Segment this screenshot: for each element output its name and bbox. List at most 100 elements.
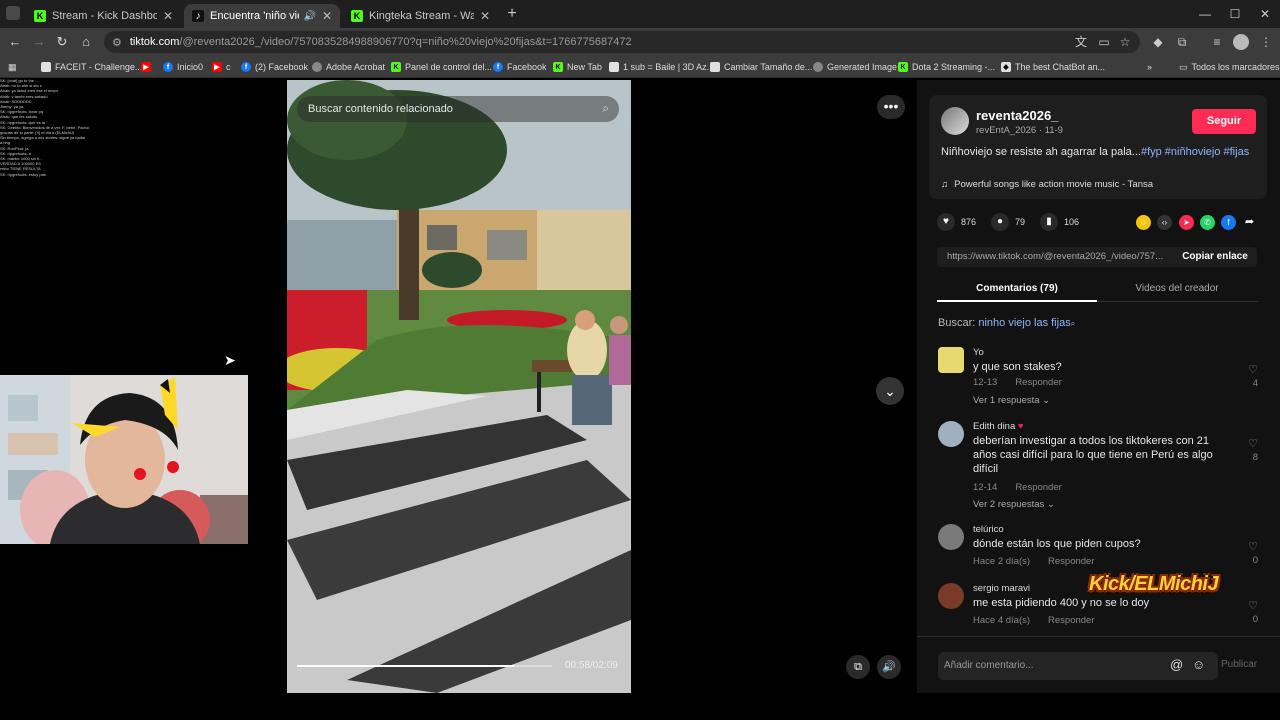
- more-bookmarks-icon[interactable]: »: [1147, 60, 1152, 74]
- comment-item: Yo y que son stakes? 12-13 Responder Ver …: [938, 347, 1260, 407]
- bookmark-item[interactable]: Generated Image: [813, 60, 897, 74]
- speaker-icon[interactable]: 🔊: [303, 11, 315, 22]
- apps-grid-icon[interactable]: ▦: [8, 60, 17, 74]
- bookmark-item[interactable]: K New Tab: [553, 60, 602, 74]
- emoji-icon[interactable]: ☺: [1192, 657, 1205, 672]
- next-video-button[interactable]: ⌄: [876, 377, 904, 405]
- comment-like-icon[interactable]: ♡: [1246, 363, 1260, 376]
- bookmarks-bar: ▦ FACEIT - Challenge... ▶ f Inicio0 ▶ c f(…: [0, 56, 1280, 78]
- comment-avatar[interactable]: [938, 347, 964, 373]
- comment-username[interactable]: sergio maravi: [973, 583, 1030, 594]
- view-replies-button[interactable]: Ver 2 respuestas ⌄: [973, 499, 1055, 510]
- extension-diamond-icon[interactable]: ◆: [1150, 34, 1166, 50]
- tab-creator-videos[interactable]: Videos del creador: [1097, 283, 1257, 294]
- forward-icon[interactable]: →: [30, 33, 48, 51]
- volume-button[interactable]: 🔊: [877, 655, 901, 679]
- emoji-share-icon[interactable]: ☺: [1136, 215, 1151, 230]
- copy-link-button[interactable]: Copiar enlace: [1173, 247, 1257, 267]
- media-controls-icon[interactable]: ≡: [1209, 34, 1225, 50]
- miniplayer-button[interactable]: ⧉: [846, 655, 870, 679]
- bookmark-item[interactable]: ▶ c: [212, 60, 231, 74]
- comment-like-icon[interactable]: ♡: [1246, 437, 1260, 450]
- comment-avatar[interactable]: [938, 583, 964, 609]
- comment-avatar[interactable]: [938, 421, 964, 447]
- follow-button[interactable]: Seguir: [1192, 109, 1256, 134]
- reply-button[interactable]: Responder: [1048, 615, 1094, 626]
- bookmark-item[interactable]: ▶: [141, 60, 155, 74]
- extensions-icon[interactable]: ⧉: [1174, 34, 1190, 50]
- menu-icon[interactable]: ⋮: [1258, 34, 1274, 50]
- video-progress-bar[interactable]: [297, 665, 552, 667]
- new-tab-button[interactable]: +: [503, 5, 521, 23]
- close-tab-icon[interactable]: ✕: [480, 9, 490, 23]
- site-info-icon[interactable]: ⚙: [112, 36, 122, 49]
- heart-badge-icon: ♥: [1017, 421, 1024, 432]
- more-options-button[interactable]: •••: [877, 95, 905, 119]
- whatsapp-icon[interactable]: ✆: [1200, 215, 1215, 230]
- comment-like-icon[interactable]: ♡: [1246, 540, 1260, 553]
- address-bar[interactable]: ⚙ tiktok.com /@reventa2026_/video/757083…: [104, 31, 1140, 53]
- minimize-button[interactable]: —: [1190, 4, 1220, 24]
- maximize-button[interactable]: ☐: [1220, 4, 1250, 24]
- close-tab-icon[interactable]: ✕: [163, 9, 173, 23]
- comment-search-suggestion[interactable]: Buscar: ninho viejo las fijas⌕: [938, 317, 1075, 329]
- comment-avatar[interactable]: [938, 524, 964, 550]
- reload-icon[interactable]: ↻: [53, 33, 71, 51]
- bookmark-star-icon[interactable]: ☆: [1117, 34, 1133, 50]
- save-button[interactable]: ▮ 106: [1040, 213, 1079, 231]
- share-arrow-icon[interactable]: ➦: [1242, 215, 1257, 230]
- bookmark-item[interactable]: Cambiar Tamaño de...: [710, 60, 812, 74]
- creator-username[interactable]: reventa2026_: [976, 108, 1058, 123]
- video-player[interactable]: Buscar contenido relacionado ⌕ 00:58/02:…: [287, 80, 631, 693]
- like-button[interactable]: ♥ 876: [937, 213, 976, 231]
- home-icon[interactable]: ⌂: [77, 33, 95, 51]
- replies-label: Ver 2 respuestas: [973, 499, 1045, 510]
- embed-icon[interactable]: ‹›: [1157, 215, 1172, 230]
- creator-avatar[interactable]: [941, 107, 969, 135]
- music-track[interactable]: ♫ Powerful songs like action movie music …: [941, 179, 1153, 190]
- bookmark-item[interactable]: f Facebook: [493, 60, 547, 74]
- bookmark-icon: ▮: [1040, 213, 1058, 231]
- reply-button[interactable]: Responder: [1048, 556, 1094, 567]
- facebook-share-icon[interactable]: f: [1221, 215, 1236, 230]
- bookmark-item[interactable]: f Inicio0: [163, 60, 203, 74]
- comment-like-icon[interactable]: ♡: [1246, 599, 1260, 612]
- bookmark-item[interactable]: FACEIT - Challenge...: [41, 60, 142, 74]
- mention-icon[interactable]: @: [1170, 657, 1183, 672]
- reply-button[interactable]: Responder: [1015, 377, 1061, 388]
- comment-input[interactable]: Añadir comentario... @ ☺: [938, 652, 1218, 680]
- close-tab-icon[interactable]: ✕: [322, 9, 332, 23]
- back-icon[interactable]: ←: [6, 33, 24, 51]
- bookmark-item[interactable]: ◆ The best ChatBot an...: [1001, 60, 1105, 74]
- hashtag-links[interactable]: #fyp #niñhoviejo #fijas: [1141, 146, 1249, 158]
- tab-tiktok-search[interactable]: ♪ Encuentra 'niño viejo fijas' 🔊 ✕: [184, 4, 340, 28]
- send-icon[interactable]: ➤: [1179, 215, 1194, 230]
- tab-kick-dashboard[interactable]: K Stream - Kick Dashboard ✕: [26, 4, 181, 28]
- profile-avatar[interactable]: [1233, 34, 1249, 50]
- tab-search-icon[interactable]: [6, 6, 20, 20]
- view-replies-button[interactable]: Ver 1 respuesta ⌄: [973, 395, 1050, 406]
- close-window-button[interactable]: ✕: [1250, 4, 1280, 24]
- all-bookmarks-folder[interactable]: ▭ Todos los marcadores: [1179, 60, 1280, 74]
- share-url[interactable]: https://www.tiktok.com/@reventa2026_/vid…: [947, 251, 1165, 262]
- comment-username[interactable]: telúrico: [973, 524, 1004, 535]
- bookmark-item[interactable]: K Panel de control del...: [391, 60, 492, 74]
- comment-button[interactable]: ● 79: [991, 213, 1025, 231]
- search-icon[interactable]: ⌕: [602, 101, 609, 116]
- tab-kingteka-stream[interactable]: K Kingteka Stream - Watch Live o ✕: [343, 4, 498, 28]
- comment-username[interactable]: Edith dina ♥: [973, 421, 1024, 432]
- bookmark-item[interactable]: Adobe Acrobat: [312, 60, 385, 74]
- related-search-input[interactable]: Buscar contenido relacionado ⌕: [297, 96, 619, 122]
- tab-comments[interactable]: Comentarios (79): [937, 283, 1097, 294]
- reply-button[interactable]: Responder: [1015, 482, 1061, 493]
- bookmark-item[interactable]: K Dota 2 Streaming -...: [898, 60, 995, 74]
- bookmark-item[interactable]: f (2) Facebook: [241, 60, 308, 74]
- publish-button[interactable]: Publicar: [1221, 659, 1257, 670]
- comment-username[interactable]: Yo: [973, 347, 984, 358]
- tiktok-icon: ♪: [192, 10, 204, 22]
- comment-text: dónde están los que piden cupos?: [973, 538, 1141, 550]
- search-query-link[interactable]: ninho viejo las fijas: [978, 317, 1070, 329]
- translate-icon[interactable]: 文: [1073, 34, 1089, 50]
- bookmark-item[interactable]: 1 sub = Baile | 3D Az...: [609, 60, 714, 74]
- cast-icon[interactable]: ▭: [1096, 34, 1112, 50]
